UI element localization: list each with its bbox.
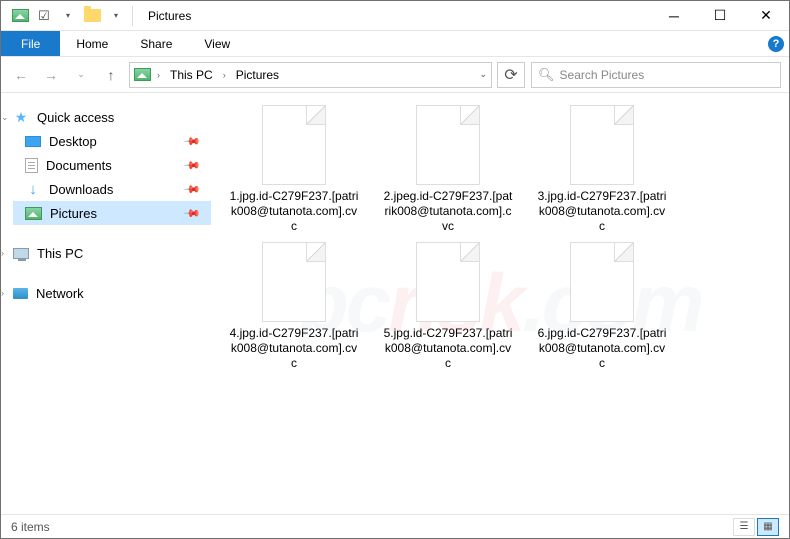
navigation-pane: ⌄ ★ Quick access Desktop 📌 Documents 📌 ↓… [1, 93, 211, 514]
file-name: 4.jpg.id-C279F237.[patrik008@tutanota.co… [229, 326, 359, 371]
file-list[interactable]: pcrisk.com 1.jpg.id-C279F237.[patrik008@… [211, 93, 789, 514]
chevron-right-icon[interactable]: › [1, 288, 4, 298]
file-name: 2.jpeg.id-C279F237.[patrik008@tutanota.c… [383, 189, 513, 234]
file-item[interactable]: 6.jpg.id-C279F237.[patrik008@tutanota.co… [537, 242, 667, 371]
crumb-this-pc[interactable]: This PC [166, 66, 217, 84]
chevron-right-icon[interactable]: › [221, 70, 228, 80]
breadcrumb[interactable]: › This PC › Pictures ⌄ [129, 62, 492, 88]
nav-network[interactable]: › Network [13, 281, 211, 305]
recent-dropdown-icon[interactable]: ⌄ [69, 63, 93, 87]
view-large-icons-button[interactable]: ▦ [757, 518, 779, 536]
network-icon [13, 288, 28, 299]
nav-label: Pictures [50, 206, 97, 221]
nav-label: Quick access [37, 110, 114, 125]
nav-quick-access[interactable]: ⌄ ★ Quick access [13, 105, 211, 129]
window-title: Pictures [148, 9, 191, 23]
downloads-icon: ↓ [25, 181, 41, 197]
close-button[interactable]: ✕ [743, 1, 789, 31]
file-icon [262, 105, 326, 185]
up-button[interactable]: ↑ [99, 63, 123, 87]
refresh-button[interactable]: ⟳ [497, 62, 525, 88]
folder-icon [81, 5, 103, 27]
nav-item-desktop[interactable]: Desktop 📌 [13, 129, 211, 153]
documents-icon [25, 158, 38, 173]
file-item[interactable]: 4.jpg.id-C279F237.[patrik008@tutanota.co… [229, 242, 359, 371]
file-icon [416, 105, 480, 185]
location-icon [134, 68, 151, 81]
maximize-button[interactable]: ☐ [697, 1, 743, 31]
title-bar: ☑ ▾ ▾ Pictures ─ ☐ ✕ [1, 1, 789, 31]
nav-this-pc[interactable]: › This PC [13, 241, 211, 265]
file-name: 5.jpg.id-C279F237.[patrik008@tutanota.co… [383, 326, 513, 371]
help-button[interactable]: ? [763, 31, 789, 56]
tab-view[interactable]: View [188, 31, 246, 56]
file-tab[interactable]: File [1, 31, 60, 56]
file-item[interactable]: 2.jpeg.id-C279F237.[patrik008@tutanota.c… [383, 105, 513, 234]
pin-icon: 📌 [183, 204, 202, 223]
file-item[interactable]: 3.jpg.id-C279F237.[patrik008@tutanota.co… [537, 105, 667, 234]
forward-button[interactable]: → [39, 63, 63, 87]
nav-label: This PC [37, 246, 83, 261]
file-item[interactable]: 5.jpg.id-C279F237.[patrik008@tutanota.co… [383, 242, 513, 371]
nav-label: Desktop [49, 134, 97, 149]
file-name: 3.jpg.id-C279F237.[patrik008@tutanota.co… [537, 189, 667, 234]
qat-neworder-icon[interactable]: ▾ [105, 5, 127, 27]
back-button[interactable]: ← [9, 63, 33, 87]
pin-icon: 📌 [183, 180, 202, 199]
search-icon: 🔍︎ [538, 67, 555, 83]
explorer-icon[interactable] [9, 5, 31, 27]
chevron-right-icon[interactable]: › [155, 70, 162, 80]
search-input[interactable]: 🔍︎ Search Pictures [531, 62, 781, 88]
nav-item-pictures[interactable]: Pictures 📌 [13, 201, 211, 225]
star-icon: ★ [13, 109, 29, 125]
address-bar: ← → ⌄ ↑ › This PC › Pictures ⌄ ⟳ 🔍︎ Sear… [1, 57, 789, 93]
search-placeholder: Search Pictures [560, 68, 645, 82]
nav-label: Network [36, 286, 84, 301]
pictures-icon [25, 207, 42, 220]
qat-properties-icon[interactable]: ☑ [33, 5, 55, 27]
file-icon [570, 242, 634, 322]
tab-home[interactable]: Home [60, 31, 124, 56]
chevron-right-icon[interactable]: › [1, 248, 4, 258]
nav-label: Documents [46, 158, 112, 173]
pin-icon: 📌 [183, 156, 202, 175]
status-bar: 6 items ☰ ▦ [1, 514, 789, 538]
pin-icon: 📌 [183, 132, 202, 151]
qat-dropdown-icon[interactable]: ▾ [57, 5, 79, 27]
file-icon [570, 105, 634, 185]
nav-label: Downloads [49, 182, 113, 197]
item-count: 6 items [11, 520, 50, 534]
ribbon: File Home Share View ? [1, 31, 789, 57]
chevron-down-icon[interactable]: ⌄ [1, 112, 9, 123]
pc-icon [13, 248, 29, 259]
desktop-icon [25, 136, 41, 147]
file-name: 6.jpg.id-C279F237.[patrik008@tutanota.co… [537, 326, 667, 371]
file-icon [262, 242, 326, 322]
address-dropdown-icon[interactable]: ⌄ [479, 69, 487, 80]
nav-item-downloads[interactable]: ↓ Downloads 📌 [13, 177, 211, 201]
tab-share[interactable]: Share [124, 31, 188, 56]
nav-item-documents[interactable]: Documents 📌 [13, 153, 211, 177]
file-item[interactable]: 1.jpg.id-C279F237.[patrik008@tutanota.co… [229, 105, 359, 234]
file-name: 1.jpg.id-C279F237.[patrik008@tutanota.co… [229, 189, 359, 234]
crumb-pictures[interactable]: Pictures [232, 66, 283, 84]
file-icon [416, 242, 480, 322]
minimize-button[interactable]: ─ [651, 1, 697, 31]
quick-access-toolbar: ☑ ▾ ▾ [1, 5, 127, 27]
view-details-button[interactable]: ☰ [733, 518, 755, 536]
